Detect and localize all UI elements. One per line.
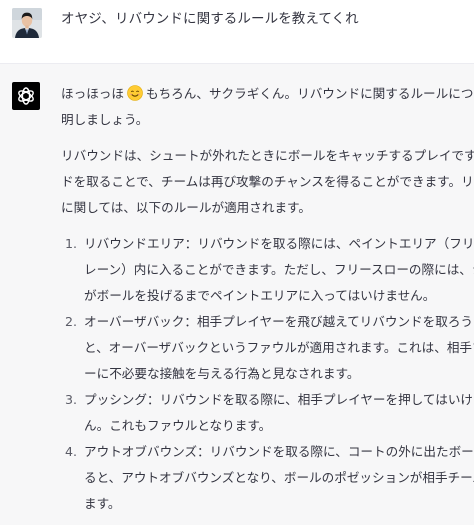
rule-line: プッシング：リバウンドを取る際に、相手プレイヤーを押してはいけませ <box>84 392 474 407</box>
rule-line: ます。 <box>84 496 121 511</box>
intro-text-start: ほっほっほ <box>61 86 124 101</box>
intro-line-2: 明しましょう。 <box>61 112 149 127</box>
intro-line-1: ほっほっほ もちろん、サクラギくん。リバウンドに関するルールについて説 <box>61 81 474 107</box>
user-avatar <box>12 8 42 38</box>
explanation-line: に関しては、以下のルールが適用されます。 <box>61 200 311 215</box>
rule-line: アウトオブバウンズ：リバウンドを取る際に、コートの外に出たボールを触 <box>84 444 474 459</box>
rules-list: 1. リバウンドエリア：リバウンドを取る際には、ペイントエリア（フリースロー レ… <box>61 231 474 517</box>
rule-line: レーン）内に入ることができます。ただし、フリースローの際には、シューター <box>84 262 474 277</box>
rule-number: 4. <box>64 444 77 459</box>
rule-line: リバウンドエリア：リバウンドを取る際には、ペイントエリア（フリースロー <box>84 236 474 251</box>
rule-item-4: 4. アウトオブバウンズ：リバウンドを取る際に、コートの外に出たボールを触 ると… <box>61 439 474 517</box>
rule-number: 1. <box>64 236 77 251</box>
rule-line: ーに不必要な接触を与える行為と見なされます。 <box>84 366 360 381</box>
rule-line: ると、アウトオブバウンズとなり、ボールのポゼッションが相手チームに渡り <box>84 470 474 485</box>
rule-item-1: 1. リバウンドエリア：リバウンドを取る際には、ペイントエリア（フリースロー レ… <box>61 231 474 309</box>
rule-number: 3. <box>64 392 77 407</box>
assistant-message-body: ほっほっほ もちろん、サクラギくん。リバウンドに関するルールについて説 明しましょ… <box>61 81 474 517</box>
user-message-text: オヤジ、リバウンドに関するルールを教えてくれ <box>61 11 359 27</box>
explanation-line: ドを取ることで、チームは再び攻撃のチャンスを得ることができます。リバウンド <box>61 174 474 189</box>
user-avatar-photo <box>12 8 42 38</box>
rule-number: 2. <box>64 314 77 329</box>
rule-item-2: 2. オーバーザバック：相手プレイヤーを飛び越えてリバウンドを取ろうとする と、… <box>61 309 474 387</box>
assistant-message-row: ほっほっほ もちろん、サクラギくん。リバウンドに関するルールについて説 明しましょ… <box>0 63 474 525</box>
explanation-line: リバウンドは、シュートが外れたときにボールをキャッチするプレイです。リバウン <box>61 148 474 163</box>
user-message-row: オヤジ、リバウンドに関するルールを教えてくれ <box>0 0 474 63</box>
rule-line: オーバーザバック：相手プレイヤーを飛び越えてリバウンドを取ろうとする <box>84 314 474 329</box>
chatgpt-logo-icon <box>12 82 40 110</box>
rule-line: と、オーバーザバックというファウルが適用されます。これは、相手プレイヤ <box>84 340 474 355</box>
intro-text-end: もちろん、サクラギくん。リバウンドに関するルールについて説 <box>145 86 474 101</box>
chat-conversation: オヤジ、リバウンドに関するルールを教えてくれ ほっほっほ もちろん、サクラギくん。… <box>0 0 474 525</box>
rule-line: ん。これもファウルとなります。 <box>84 418 272 433</box>
smiling-face-emoji-icon <box>127 85 143 101</box>
openai-knot-icon <box>18 87 34 105</box>
rule-item-3: 3. プッシング：リバウンドを取る際に、相手プレイヤーを押してはいけませ ん。こ… <box>61 387 474 439</box>
rule-line: がボールを投げるまでペイントエリアに入ってはいけません。 <box>84 288 436 303</box>
